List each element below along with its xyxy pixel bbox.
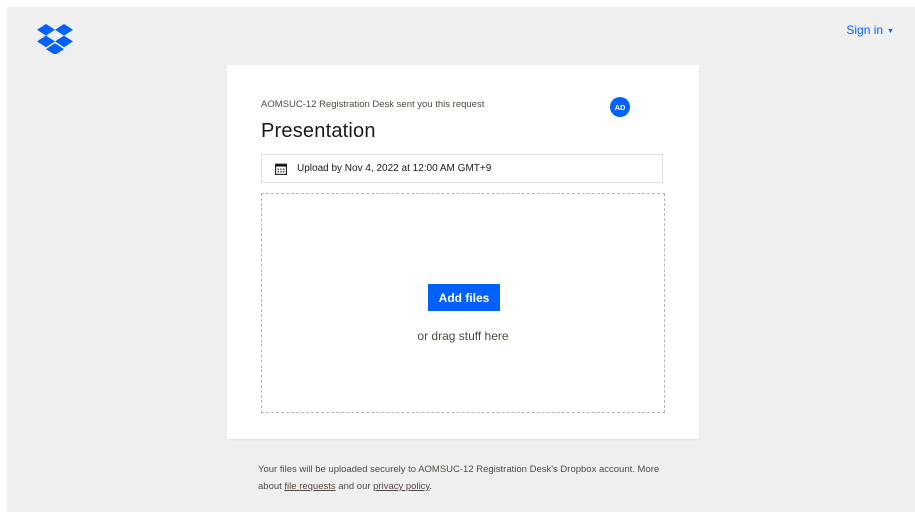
avatar: AD	[610, 97, 630, 117]
footer-text-end: .	[429, 481, 433, 492]
file-requests-link[interactable]: file requests	[284, 481, 335, 492]
sign-in-label: Sign in	[846, 23, 884, 37]
request-sender-text: AOMSUC-12 Registration Desk sent you thi…	[261, 99, 485, 110]
footer-text-and: and our	[335, 481, 374, 492]
file-request-card: AOMSUC-12 Registration Desk sent you thi…	[227, 65, 699, 439]
deadline-text: Upload by Nov 4, 2022 at 12:00 AM GMT+9	[297, 163, 492, 174]
add-files-button[interactable]: Add files	[428, 284, 500, 311]
file-dropzone[interactable]: Add files or drag stuff here	[261, 193, 665, 413]
page-title: Presentation	[261, 120, 376, 142]
page-viewport: Sign in ▼ AOMSUC-12 Registration Desk se…	[7, 7, 915, 512]
deadline-banner: Upload by Nov 4, 2022 at 12:00 AM GMT+9	[261, 154, 663, 183]
dropbox-logo-icon[interactable]	[37, 24, 73, 54]
calendar-icon	[275, 163, 287, 175]
sign-in-menu[interactable]: Sign in ▼	[846, 23, 894, 37]
caret-down-icon: ▼	[887, 27, 894, 35]
drag-hint-text: or drag stuff here	[417, 329, 509, 343]
footer-note: Your files will be uploaded securely to …	[258, 461, 678, 495]
privacy-policy-link[interactable]: privacy policy	[373, 481, 429, 492]
